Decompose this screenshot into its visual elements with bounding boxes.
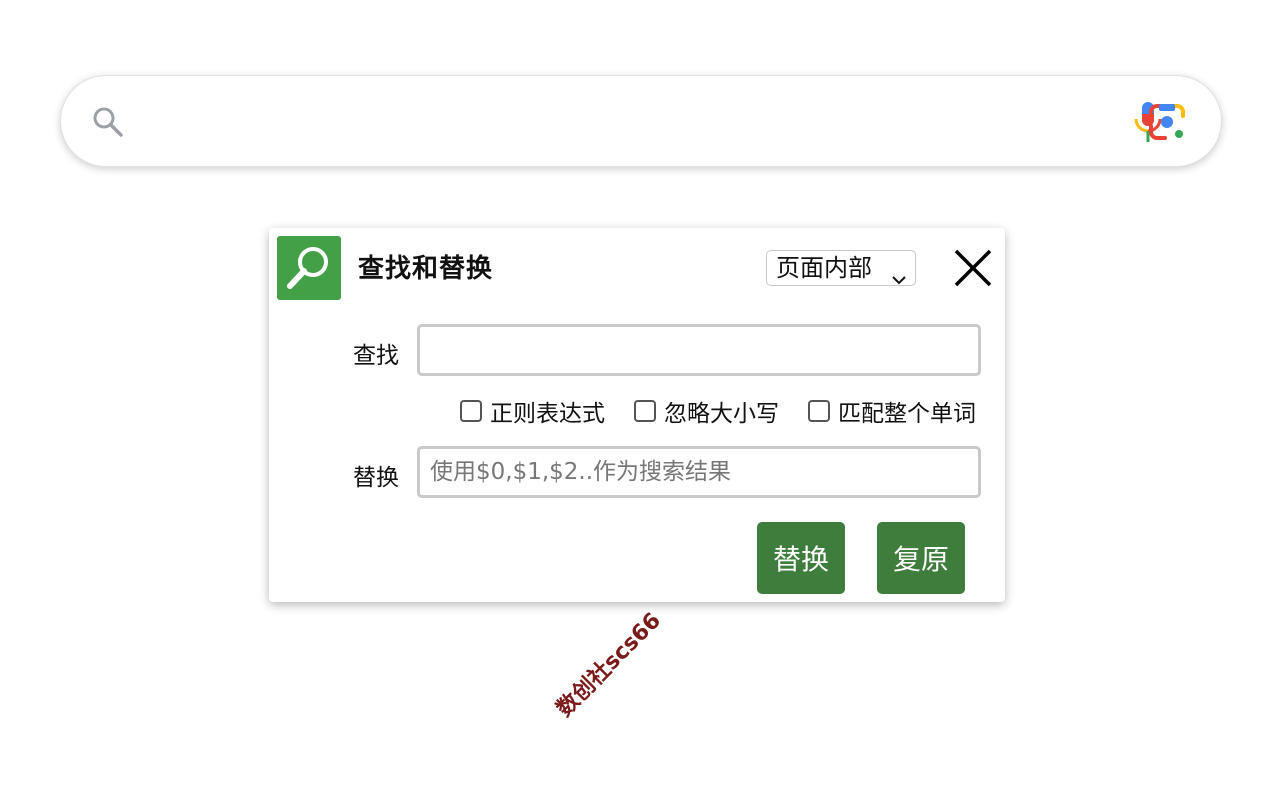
- replace-button[interactable]: 替换: [757, 522, 845, 594]
- search-input[interactable]: [141, 96, 1041, 148]
- scope-select[interactable]: 页面内部: [766, 250, 916, 286]
- ignore-case-checkbox[interactable]: [634, 400, 656, 422]
- option-regex-label: 正则表达式: [490, 401, 605, 427]
- find-label: 查找: [353, 343, 399, 369]
- replace-label: 替换: [353, 465, 399, 491]
- whole-word-checkbox[interactable]: [808, 400, 830, 422]
- option-whole-word[interactable]: 匹配整个单词: [808, 397, 976, 427]
- find-replace-dialog: 查找和替换 页面内部 查找 正则表达式 忽略大小写 匹配整个单词 替换 替换 复…: [269, 228, 1005, 602]
- search-icon: [91, 105, 125, 139]
- option-ignore-case-label: 忽略大小写: [664, 401, 779, 427]
- dialog-title: 查找和替换: [358, 254, 494, 284]
- scope-select-value: 页面内部: [776, 254, 872, 282]
- replace-input[interactable]: [417, 446, 981, 498]
- find-input[interactable]: [417, 324, 981, 376]
- chevron-down-icon: [891, 261, 907, 285]
- magnifier-icon: [277, 236, 341, 300]
- option-regex[interactable]: 正则表达式: [460, 397, 605, 427]
- watermark: 数创社scs66: [552, 608, 666, 722]
- restore-button[interactable]: 复原: [877, 522, 965, 594]
- regex-checkbox[interactable]: [460, 400, 482, 422]
- option-ignore-case[interactable]: 忽略大小写: [634, 397, 779, 427]
- option-whole-word-label: 匹配整个单词: [838, 401, 976, 427]
- close-icon[interactable]: [953, 248, 993, 288]
- camera-lens-icon[interactable]: [1147, 102, 1187, 142]
- search-bar[interactable]: [60, 75, 1222, 167]
